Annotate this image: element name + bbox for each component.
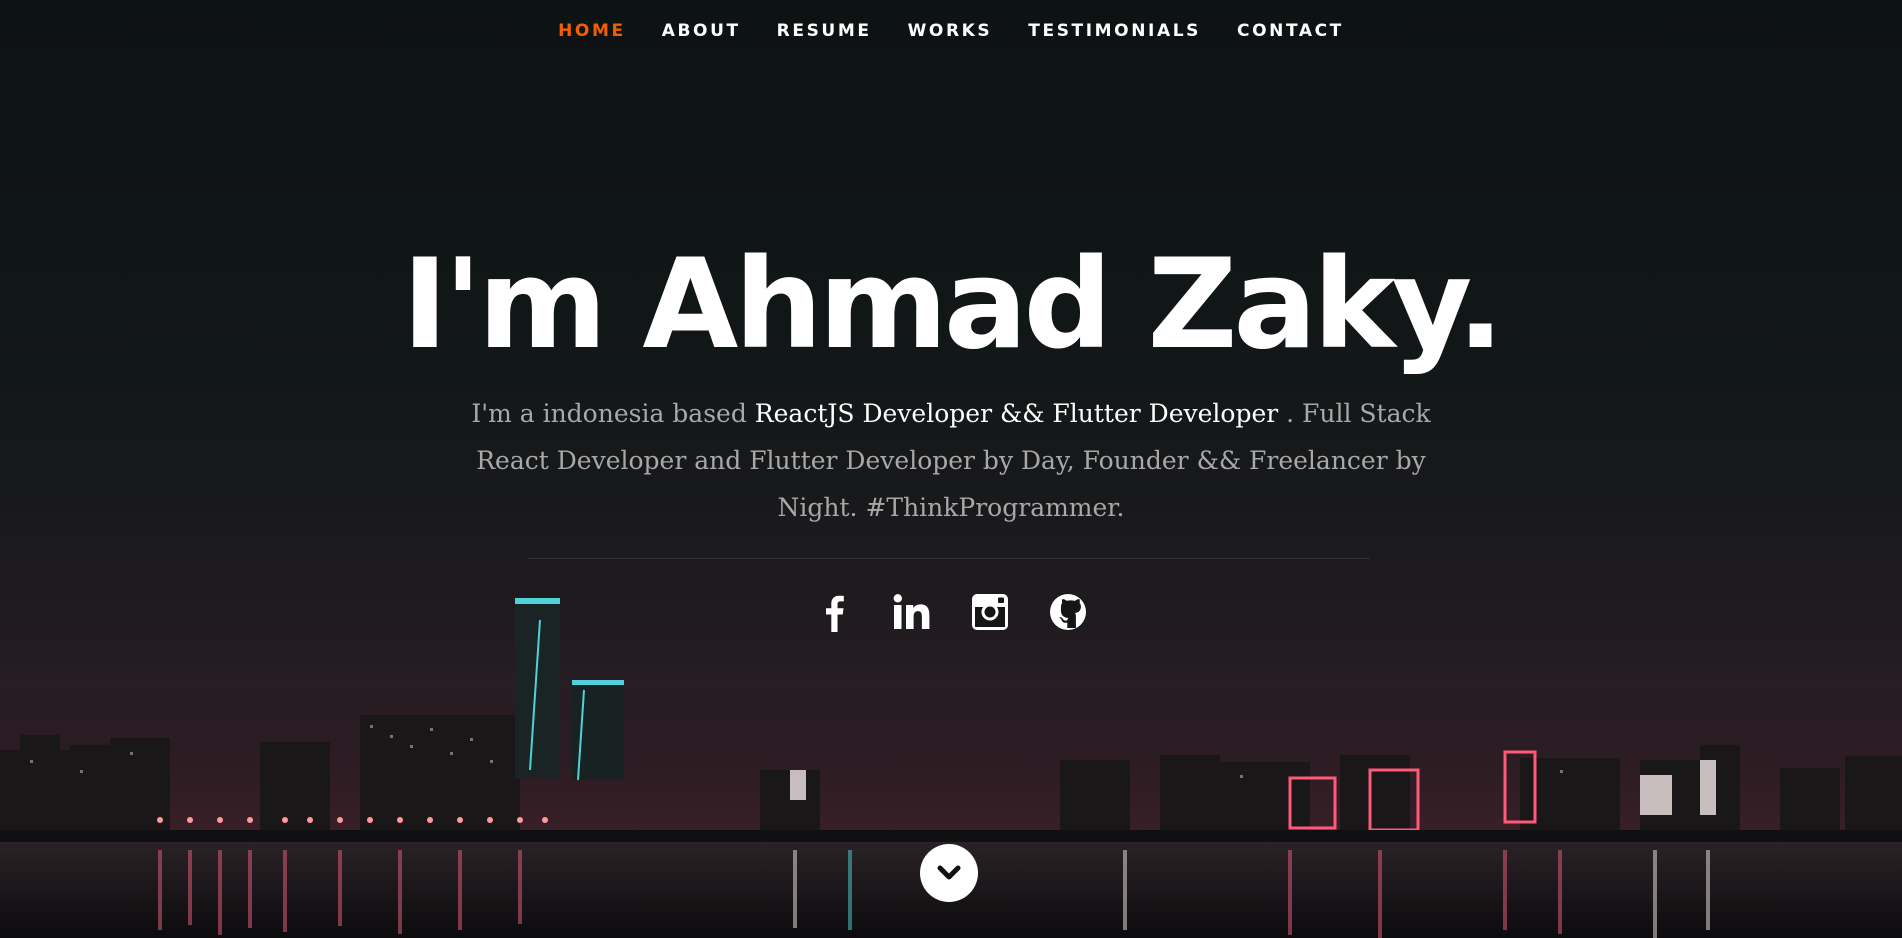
intro-text-start: I'm a indonesia based [471,399,755,428]
nav-contact-link[interactable]: CONTACT [1219,21,1362,41]
hero-section: HOME ABOUT RESUME WORKS TESTIMONIALS CON… [0,0,1902,938]
nav-works-link[interactable]: WORKS [890,21,1011,41]
nav-home-link[interactable]: HOME [540,21,644,41]
instagram-icon [972,594,1008,630]
scroll-down-button[interactable] [920,844,978,902]
social-links [0,592,1902,632]
chevron-down-icon [937,865,961,880]
nav-testimonials-link[interactable]: TESTIMONIALS [1010,21,1219,41]
github-icon [1050,594,1086,630]
hero-divider [528,558,1370,559]
linkedin-icon [893,594,930,629]
facebook-link[interactable] [814,592,854,632]
nav-about-link[interactable]: ABOUT [644,21,759,41]
facebook-icon [826,595,844,632]
main-navigation: HOME ABOUT RESUME WORKS TESTIMONIALS CON… [0,0,1902,62]
intro-highlight: ReactJS Developer && Flutter Developer [754,399,1279,428]
linkedin-link[interactable] [892,592,932,632]
hero-intro: I'm a indonesia based ReactJS Developer … [470,390,1432,531]
github-link[interactable] [1048,592,1088,632]
hero-headline: I'm Ahmad Zaky. [401,233,1504,377]
nav-resume-link[interactable]: RESUME [759,21,890,41]
instagram-link[interactable] [970,592,1010,632]
